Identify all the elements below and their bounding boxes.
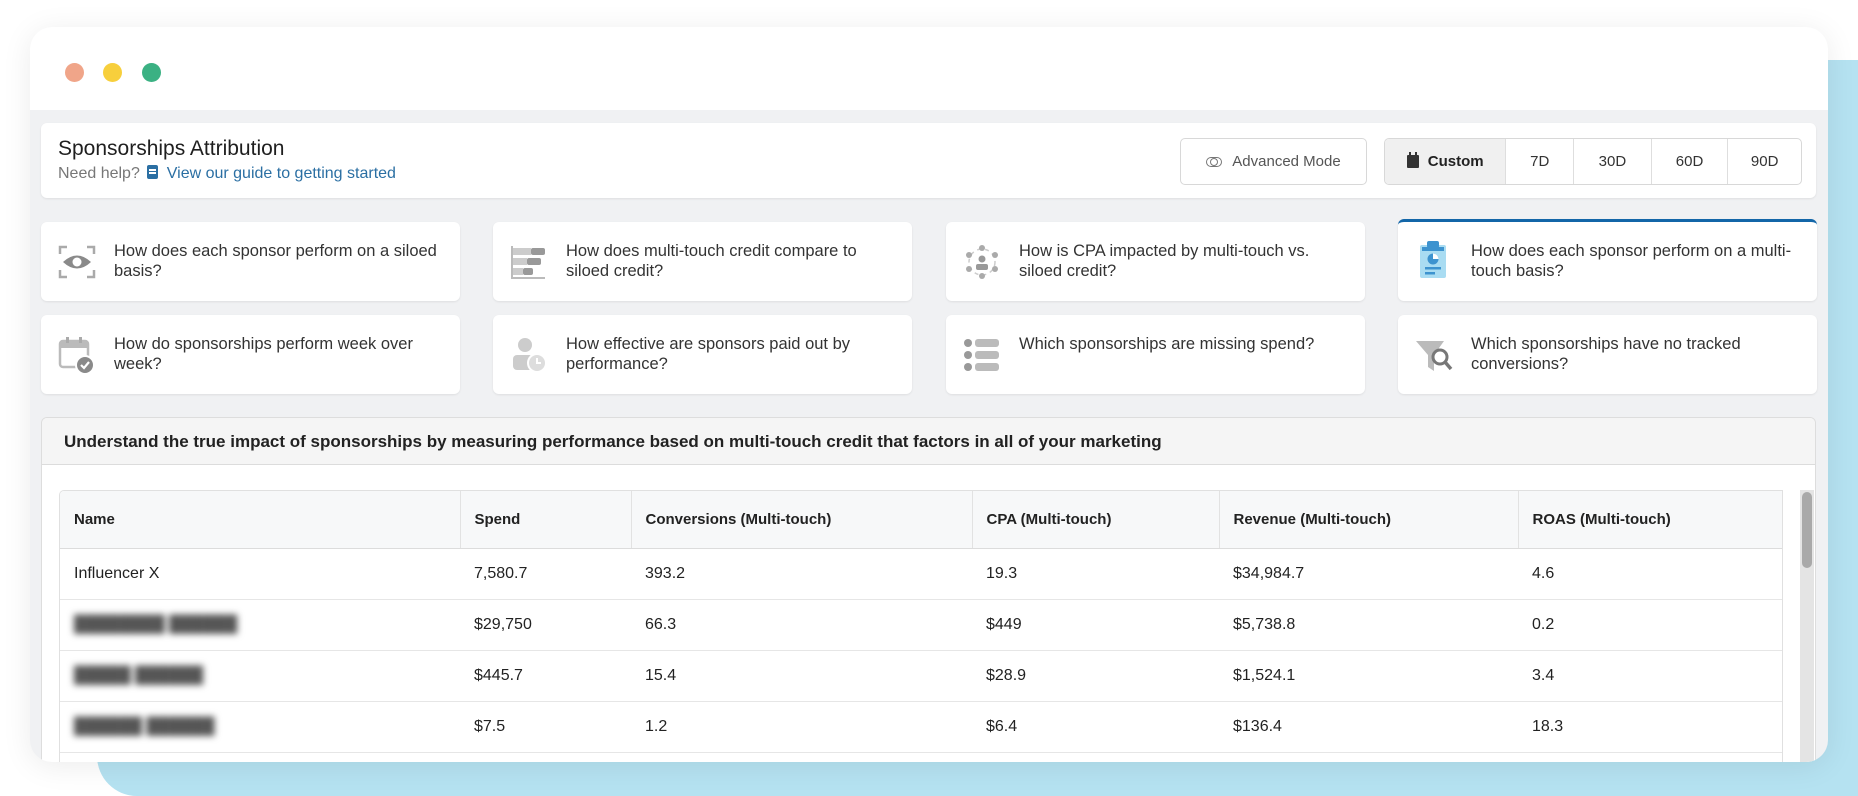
cell-name-redacted: ████████ ██████ [60, 599, 460, 651]
advanced-mode-label: Advanced Mode [1232, 153, 1341, 170]
cell-name: Influencer X [60, 548, 460, 600]
question-text: How do sponsorships perform week over we… [114, 335, 413, 373]
question-card-paid-performance[interactable]: How effective are sponsors paid out by p… [493, 315, 912, 394]
close-window-button[interactable] [65, 63, 84, 82]
advanced-mode-button[interactable]: Advanced Mode [1180, 138, 1367, 185]
guide-link[interactable]: View our guide to getting started [167, 165, 396, 182]
range-label: Custom [1427, 153, 1484, 170]
table-scrollbar[interactable] [1800, 490, 1814, 762]
minimize-window-button[interactable] [103, 63, 122, 82]
question-card-cpa[interactable]: How is CPA impacted by multi-touch vs. s… [946, 222, 1365, 301]
question-text: Which sponsorships have no tracked conve… [1471, 335, 1741, 373]
title-bar [30, 27, 1828, 110]
help-line: Need help? View our guide to getting sta… [58, 165, 396, 183]
calendar-icon [1406, 152, 1419, 168]
column-header-roas[interactable]: ROAS (Multi-touch) [1518, 491, 1782, 549]
cell-roas: 3.4 [1518, 650, 1782, 702]
cell-revenue: $1,524.1 [1219, 650, 1518, 702]
cell-revenue: $34,984.7 [1219, 548, 1518, 600]
column-header-cpa[interactable]: CPA (Multi-touch) [972, 491, 1220, 549]
question-card-missing-spend[interactable]: Which sponsorships are missing spend? [946, 315, 1365, 394]
cell-name-redacted: ██████ ██████ [60, 701, 460, 753]
clipboard-chart-icon [1420, 241, 1446, 278]
performance-table: Name Spend Conversions (Multi-touch) CPA… [59, 490, 1783, 762]
cell-cpa: $6.4 [972, 701, 1219, 753]
cell-name-redacted: █████ ██████ [60, 650, 460, 702]
question-text: Which sponsorships are missing spend? [1019, 335, 1315, 353]
question-text: How effective are sponsors paid out by p… [566, 335, 851, 373]
app-window: Sponsorships Attribution Need help? View… [30, 27, 1828, 762]
question-text: How is CPA impacted by multi-touch vs. s… [1019, 242, 1310, 280]
question-card-multitouch[interactable]: How does each sponsor perform on a multi… [1398, 219, 1817, 301]
table-row[interactable]: Influencer X 7,580.7 393.2 19.3 $34,984.… [60, 548, 1782, 600]
calendar-check-icon [58, 337, 95, 375]
cell-conversions: 393.2 [631, 548, 972, 600]
cell-revenue: $5,738.8 [1219, 599, 1518, 651]
range-90d-button[interactable]: 90D [1727, 139, 1801, 184]
column-header-revenue[interactable]: Revenue (Multi-touch) [1219, 491, 1519, 549]
question-card-siloed[interactable]: How does each sponsor perform on a siloe… [41, 222, 460, 301]
column-header-spend[interactable]: Spend [460, 491, 632, 549]
cell-conversions: 66.3 [631, 599, 972, 651]
cell-cpa: $449 [972, 599, 1219, 651]
date-range-selector: Custom 7D 30D 60D 90D [1384, 138, 1802, 185]
funnel-search-icon [1416, 341, 1453, 371]
page-header: Sponsorships Attribution Need help? View… [41, 123, 1816, 198]
bar-compare-icon [511, 246, 545, 279]
range-60d-button[interactable]: 60D [1650, 139, 1728, 184]
cell-roas: 4.6 [1518, 548, 1782, 600]
cell-conversions: 15.4 [631, 650, 972, 702]
cell-spend: $445.7 [460, 650, 631, 702]
help-prefix: Need help? [58, 165, 140, 182]
question-card-no-conversions[interactable]: Which sponsorships have no tracked conve… [1398, 315, 1817, 394]
book-icon [147, 165, 159, 179]
question-card-week-over-week[interactable]: How do sponsorships perform week over we… [41, 315, 460, 394]
eye-scan-icon [58, 245, 96, 279]
cell-conversions: 1.2 [631, 701, 972, 753]
maximize-window-button[interactable] [142, 63, 161, 82]
question-text: How does each sponsor perform on a siloe… [114, 242, 437, 280]
cell-roas: 18.3 [1518, 701, 1782, 753]
table-row[interactable]: ████████ ██████ $29,750 66.3 $449 $5,738… [60, 599, 1782, 651]
cell-spend: $29,750 [460, 599, 631, 651]
cell-cpa: $28.9 [972, 650, 1219, 702]
section-heading: Understand the true impact of sponsorshi… [42, 418, 1815, 465]
range-custom-button[interactable]: Custom [1385, 139, 1506, 184]
range-7d-button[interactable]: 7D [1505, 139, 1573, 184]
cell-spend: 7,580.7 [460, 548, 631, 600]
cell-revenue: $136.4 [1219, 701, 1518, 753]
person-clock-icon [513, 338, 547, 373]
cell-cpa: 19.3 [972, 548, 1219, 600]
column-header-conversions[interactable]: Conversions (Multi-touch) [631, 491, 973, 549]
network-person-icon [966, 245, 998, 279]
toggle-icon [1206, 156, 1223, 167]
question-card-compare-credit[interactable]: How does multi-touch credit compare to s… [493, 222, 912, 301]
question-text: How does each sponsor perform on a multi… [1471, 242, 1792, 280]
list-icon [964, 339, 999, 371]
page-title: Sponsorships Attribution [58, 137, 285, 160]
multitouch-performance-panel: Understand the true impact of sponsorshi… [41, 417, 1816, 762]
question-text: How does multi-touch credit compare to s… [566, 242, 857, 280]
scrollbar-thumb[interactable] [1802, 492, 1812, 568]
table-row[interactable]: █████ ██████ $445.7 15.4 $28.9 $1,524.1 … [60, 650, 1782, 702]
table-header-row: Name Spend Conversions (Multi-touch) CPA… [60, 491, 1782, 549]
cell-spend: $7.5 [460, 701, 631, 753]
table-row[interactable]: ██████ ██████ $7.5 1.2 $6.4 $136.4 18.3 [60, 701, 1782, 753]
range-30d-button[interactable]: 30D [1573, 139, 1651, 184]
cell-roas: 0.2 [1518, 599, 1782, 651]
column-header-name[interactable]: Name [60, 491, 461, 549]
